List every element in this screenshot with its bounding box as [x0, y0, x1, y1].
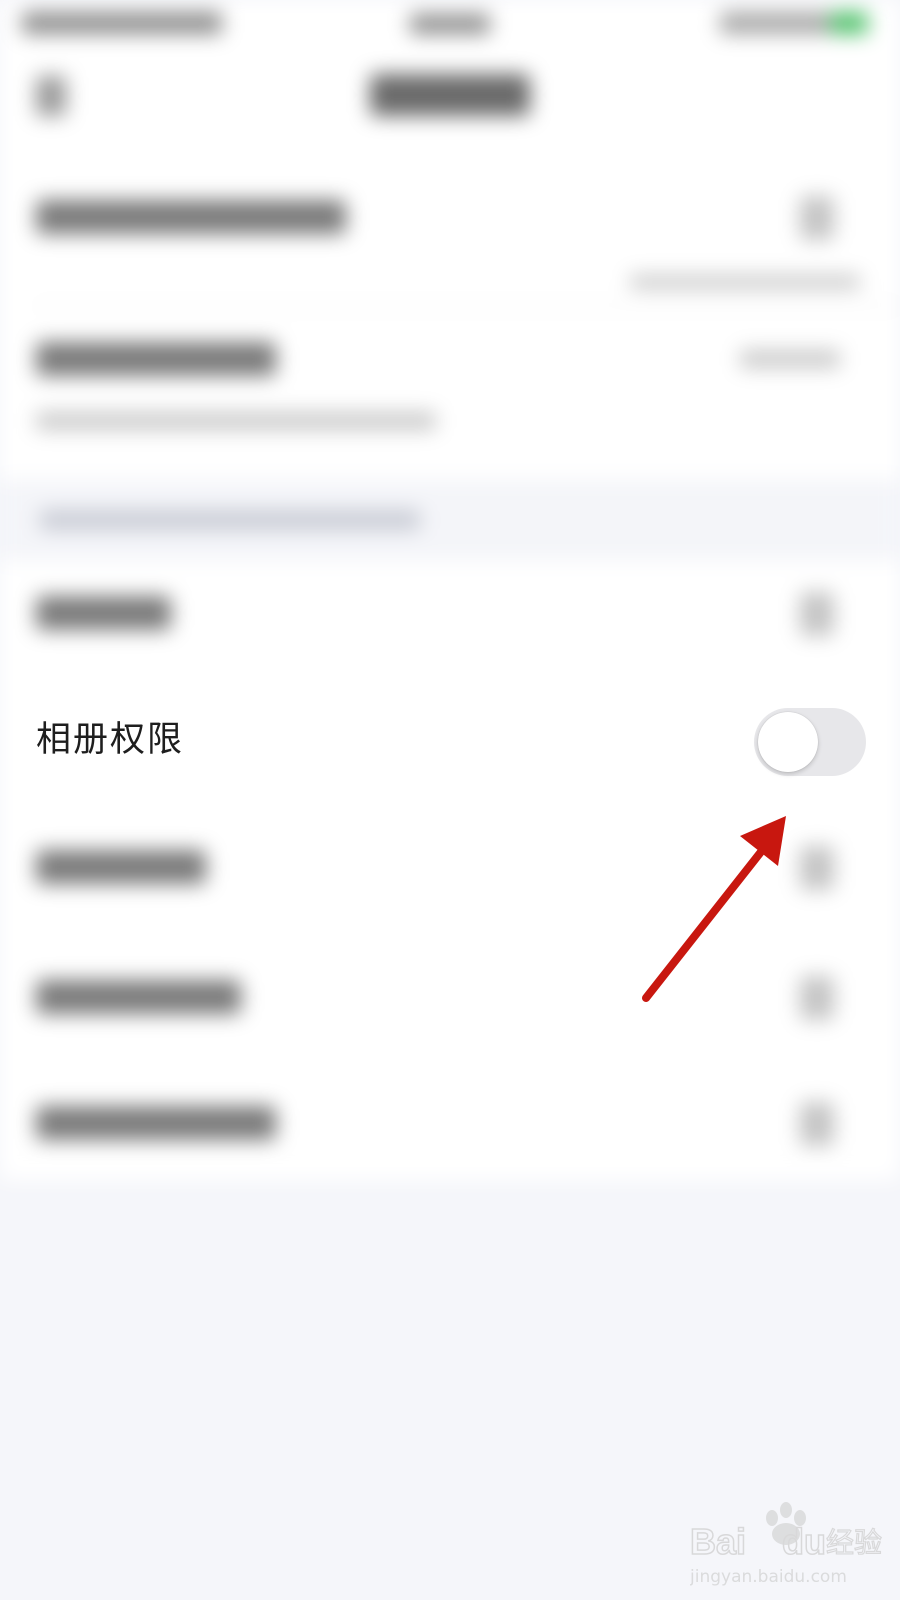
row-1-label-blur: [36, 200, 346, 234]
row-2-label-blur: [36, 342, 276, 376]
arrow-shaft: [642, 844, 768, 1002]
status-time-blur: [410, 14, 490, 34]
settings-group-permissions: [0, 560, 900, 1180]
page-title-blur: [370, 74, 530, 116]
row-5-label-blur: [36, 850, 206, 884]
album-permission-label: 相册权限: [36, 720, 185, 760]
baidu-jingyan-watermark: Bai du 经验 jingyan.baidu.com: [690, 1502, 883, 1587]
settings-group-top: [0, 150, 900, 480]
nav-bar: [0, 50, 900, 150]
watermark-url-text: jingyan.baidu.com: [690, 1567, 847, 1587]
chevron-right-icon: [800, 592, 834, 636]
album-permission-row: 相册权限: [0, 686, 900, 798]
blurred-background: [0, 0, 900, 1600]
watermark-brand-text-tail: du: [782, 1521, 826, 1562]
chevron-right-icon: [800, 1102, 834, 1146]
watermark-product-text: 经验: [826, 1526, 882, 1559]
row-3-label-blur: [36, 596, 171, 630]
section-gap: [0, 480, 900, 560]
battery-icon: [830, 12, 868, 34]
red-arrow-annotation: [642, 816, 786, 1002]
row-1-sub-blur: [630, 275, 860, 289]
status-right-blur: [720, 12, 830, 34]
chevron-right-icon: [800, 976, 834, 1020]
status-carrier-blur: [22, 12, 222, 34]
row-6-label-blur: [36, 980, 241, 1014]
chevron-right-icon: [800, 196, 834, 240]
toggle-knob: [758, 712, 818, 772]
section-hint-blur: [40, 510, 420, 530]
divider: [36, 305, 900, 307]
back-icon[interactable]: [36, 76, 66, 116]
row-7-label-blur: [36, 1106, 276, 1140]
arrow-head: [740, 816, 786, 866]
status-bar: [0, 0, 900, 50]
watermark-brand-text: Bai: [690, 1521, 746, 1562]
row-2-value-blur: [740, 350, 840, 368]
album-permission-toggle[interactable]: [754, 708, 866, 776]
row-2-desc-blur: [36, 412, 436, 430]
settings-screen: 相册权限 Bai du 经验 jingyan.baidu.com: [0, 0, 900, 1600]
chevron-right-icon: [800, 846, 834, 890]
